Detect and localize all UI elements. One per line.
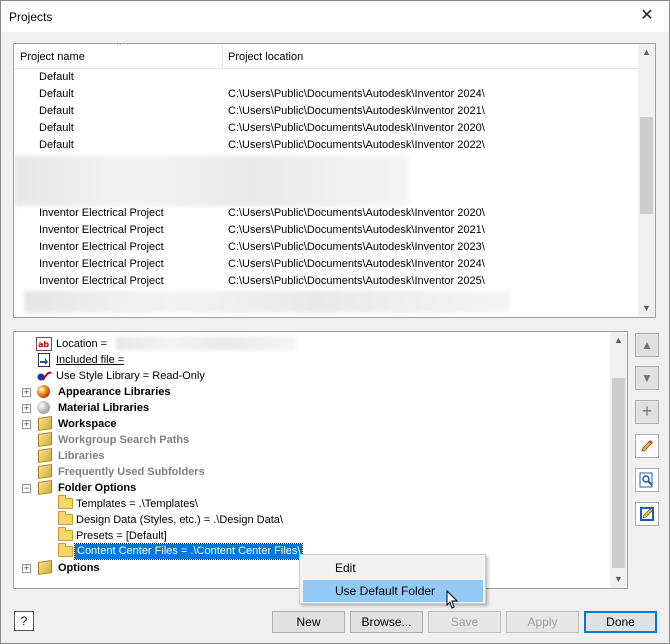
move-up-button[interactable]: ▲	[635, 333, 659, 357]
redacted-region	[116, 337, 296, 350]
apply-button[interactable]: Apply	[506, 611, 579, 633]
search-icon	[639, 472, 653, 488]
scroll-thumb[interactable]	[640, 117, 653, 214]
expand-icon[interactable]: +	[22, 404, 31, 413]
project-row[interactable]: Default C:\Users\Public\Documents\Autode…	[14, 86, 638, 103]
title-bar: Projects ✕	[1, 1, 669, 32]
close-icon[interactable]: ✕	[635, 5, 659, 27]
expand-icon[interactable]: +	[22, 388, 31, 397]
add-path-button[interactable]: +	[635, 400, 659, 424]
save-button[interactable]: Save	[428, 611, 501, 633]
column-project-location[interactable]: Project location	[228, 51, 303, 63]
options-cube-icon	[38, 560, 52, 575]
pencil-icon	[641, 440, 653, 452]
browse-button[interactable]: Browse...	[350, 611, 423, 633]
expand-icon[interactable]: +	[22, 420, 31, 429]
edit-path-button[interactable]	[635, 434, 659, 458]
appearance-library-icon	[37, 385, 50, 398]
project-row[interactable]: Inventor Electrical Project C:\Users\Pub…	[14, 273, 638, 290]
project-row[interactable]: Default C:\Users\Public\Documents\Autode…	[14, 120, 638, 137]
project-row[interactable]: Default C:\Users\Public\Documents\Autode…	[14, 137, 638, 154]
style-library-icon	[37, 371, 52, 381]
scroll-down-arrow-icon[interactable]: ▼	[610, 571, 627, 588]
move-down-button[interactable]: ▼	[635, 366, 659, 390]
text-field-icon: ab	[36, 337, 52, 351]
redacted-region	[24, 291, 510, 313]
project-row[interactable]: Inventor Electrical Project C:\Users\Pub…	[14, 222, 638, 239]
done-button[interactable]: Done	[584, 611, 657, 633]
folder-icon	[58, 495, 73, 509]
tree-scrollbar[interactable]: ▲ ▼	[610, 332, 627, 588]
folder-options-cube-icon	[38, 480, 52, 495]
down-arrow-icon: ▼	[641, 371, 653, 385]
file-link-icon	[38, 353, 50, 367]
project-list[interactable]: ^ Project name Project location Default …	[13, 43, 656, 318]
window-title: Projects	[9, 10, 53, 24]
project-row[interactable]: Default C:\Users\Public\Documents\Autode…	[14, 103, 638, 120]
frequent-cube-icon	[38, 464, 52, 479]
plus-icon: +	[641, 401, 653, 421]
project-list-scrollbar[interactable]: ▲ ▼	[638, 44, 655, 317]
scroll-thumb[interactable]	[612, 378, 625, 568]
project-list-header: ^ Project name Project location	[14, 44, 638, 69]
project-row[interactable]: Inventor Electrical Project C:\Users\Pub…	[14, 239, 638, 256]
new-button[interactable]: New	[272, 611, 345, 633]
edit-file-button[interactable]	[635, 502, 659, 526]
folder-icon	[58, 543, 73, 557]
help-button[interactable]: ?	[14, 611, 34, 631]
svg-text:ab: ab	[38, 340, 49, 349]
folder-icon	[58, 511, 73, 525]
redacted-region	[14, 156, 409, 206]
workgroup-cube-icon	[38, 432, 52, 447]
project-row[interactable]: Inventor Electrical Project C:\Users\Pub…	[14, 205, 638, 222]
project-row[interactable]: Default	[14, 69, 638, 86]
folder-icon	[58, 527, 73, 541]
column-project-name[interactable]: Project name	[20, 51, 85, 63]
scroll-up-arrow-icon[interactable]: ▲	[638, 44, 655, 61]
collapse-icon[interactable]: −	[22, 484, 31, 493]
scroll-up-arrow-icon[interactable]: ▲	[610, 332, 627, 349]
find-button[interactable]	[635, 468, 659, 492]
menu-item-edit[interactable]: Edit	[303, 557, 483, 579]
mouse-cursor-icon	[446, 590, 459, 609]
edit-document-icon	[640, 507, 654, 521]
project-row[interactable]: Inventor Electrical Project C:\Users\Pub…	[14, 256, 638, 273]
scroll-down-arrow-icon[interactable]: ▼	[638, 300, 655, 317]
up-arrow-icon: ▲	[641, 338, 653, 352]
project-settings-tree[interactable]: ab Location = Included file = Use Style …	[13, 331, 628, 589]
expand-icon[interactable]: +	[22, 564, 31, 573]
workspace-cube-icon	[38, 416, 52, 431]
sort-arrow-icon: ^	[117, 43, 121, 50]
material-library-icon	[37, 401, 50, 414]
libraries-cube-icon	[38, 448, 52, 463]
